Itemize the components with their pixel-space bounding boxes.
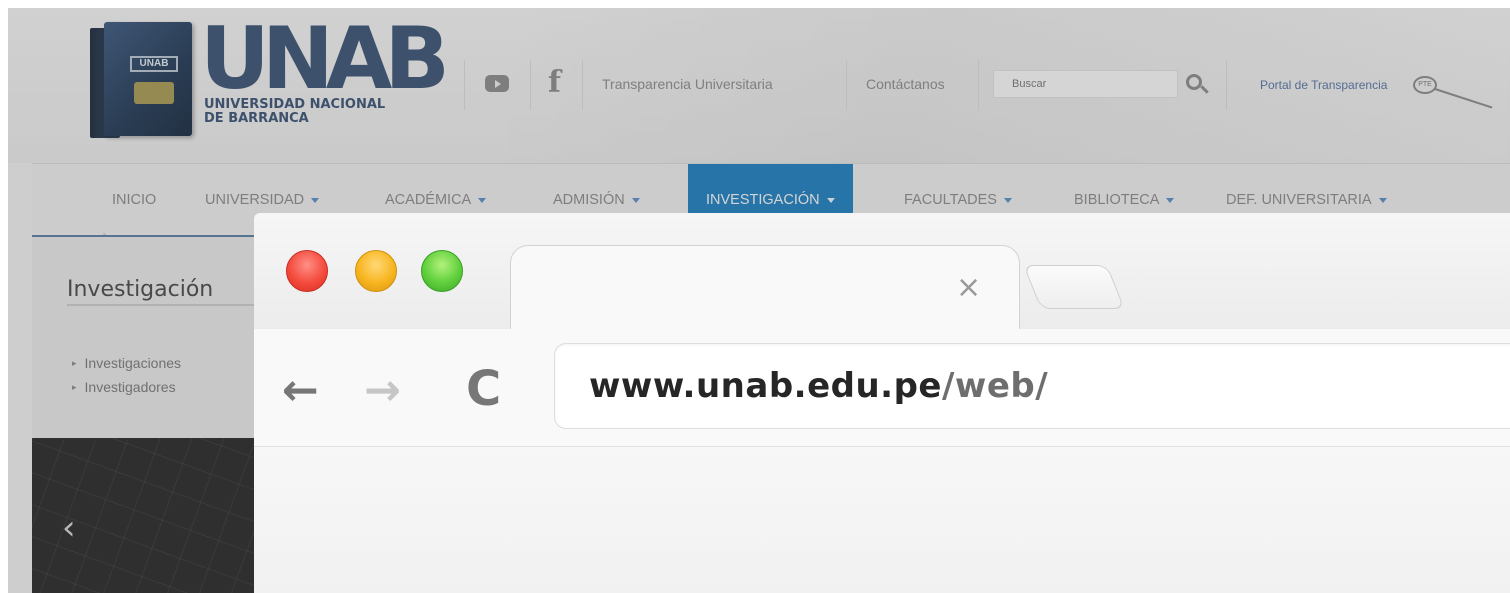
chevron-down-icon: [826, 197, 835, 203]
site-search-input[interactable]: Buscar: [993, 70, 1178, 98]
logo-emblem-badge: [134, 82, 174, 104]
browser-tab[interactable]: [510, 245, 1020, 331]
back-arrow-icon[interactable]: ←: [282, 369, 319, 413]
maximize-window-button[interactable]: [421, 250, 463, 292]
nav-label: ADMISIÓN: [553, 192, 625, 208]
facebook-icon[interactable]: f: [548, 65, 561, 100]
topbar-divider: [978, 60, 979, 110]
nav-label: FACULTADES: [904, 192, 997, 208]
topbar-divider: [846, 60, 847, 110]
sidebar-title: Investigación: [67, 277, 277, 306]
topbar-divider: [530, 60, 531, 110]
minimize-window-button[interactable]: [355, 250, 397, 292]
browser-toolbar: ← → C www.unab.edu.pe/web/: [254, 329, 1510, 447]
logo-name-line1: UNIVERSIDAD NACIONAL: [204, 97, 386, 112]
url-domain: www.unab.edu.pe: [589, 366, 942, 406]
browser-content-area: [254, 447, 1510, 593]
forward-arrow-icon[interactable]: →: [364, 369, 401, 413]
nav-label: DEF. UNIVERSITARIA: [1226, 192, 1372, 208]
address-bar[interactable]: www.unab.edu.pe/web/: [554, 343, 1510, 429]
contact-link[interactable]: Contáctanos: [866, 70, 945, 98]
reload-icon[interactable]: C: [466, 365, 501, 413]
chevron-down-icon: [1378, 197, 1387, 203]
site-header: UNAB UNAB UNIVERSIDAD NACIONAL DE BARRAN…: [8, 8, 1510, 163]
logo-wordmark[interactable]: UNAB: [200, 14, 450, 104]
chevron-down-icon: [311, 197, 320, 203]
youtube-icon[interactable]: [485, 75, 509, 92]
nav-label: INVESTIGACIÓN: [706, 192, 820, 208]
unab-logo-emblem[interactable]: UNAB: [90, 22, 194, 140]
browser-window: × ← → C www.unab.edu.pe/web/: [254, 213, 1510, 593]
search-icon[interactable]: [1184, 70, 1210, 98]
logo-book-cover: [104, 22, 192, 136]
pte-magnifier-icon: PTE: [1413, 76, 1437, 94]
url-path: /web/: [942, 366, 1049, 406]
topbar-divider: [464, 60, 465, 110]
chevron-down-icon: [1003, 197, 1012, 203]
logo-name-line2: DE BARRANCA: [204, 111, 309, 126]
sidebar-link-investigadores[interactable]: Investigadores: [72, 379, 176, 395]
nav-item-inicio[interactable]: INICIO: [112, 164, 156, 234]
nav-label: BIBLIOTECA: [1074, 192, 1160, 208]
close-window-button[interactable]: [286, 250, 328, 292]
new-tab-button[interactable]: [1023, 265, 1125, 309]
topbar-divider: [1226, 60, 1227, 110]
sidebar: Investigación Investigaciones Investigad…: [32, 235, 277, 445]
nav-label: INICIO: [112, 192, 157, 208]
logo-university-name: UNIVERSIDAD NACIONAL DE BARRANCA: [204, 98, 404, 126]
browser-tab-bar: ×: [254, 213, 1510, 331]
chevron-down-icon: [631, 197, 640, 203]
sidebar-link-investigaciones[interactable]: Investigaciones: [72, 355, 182, 371]
chevron-down-icon: [478, 197, 487, 203]
url-text: www.unab.edu.pe/web/: [589, 366, 1048, 406]
transparencia-link[interactable]: Transparencia Universitaria: [602, 70, 773, 98]
chevron-down-icon: [1166, 197, 1175, 203]
nav-label: ACADÉMICA: [385, 192, 472, 208]
nav-label: UNIVERSIDAD: [205, 192, 305, 208]
topbar-divider: [582, 60, 583, 110]
chevron-left-icon[interactable]: ‹: [62, 508, 76, 548]
close-tab-icon[interactable]: ×: [956, 273, 981, 303]
banner-slider: ‹: [32, 438, 272, 593]
logo-emblem-text: UNAB: [130, 56, 178, 72]
